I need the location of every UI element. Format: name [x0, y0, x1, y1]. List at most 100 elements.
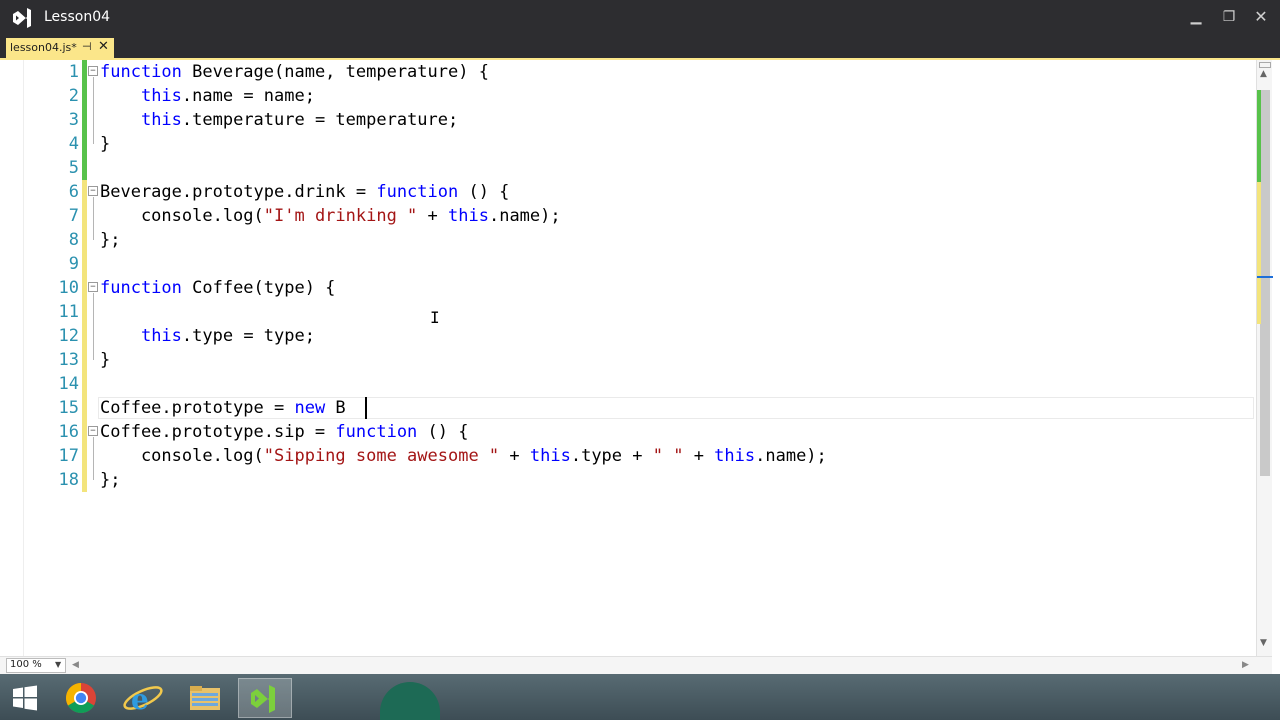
taskbar-internet-explorer[interactable]: e: [118, 678, 168, 718]
start-button[interactable]: [0, 678, 50, 718]
code-text[interactable]: console.log("I'm drinking " + this.name)…: [100, 204, 561, 228]
close-window-button[interactable]: ✕: [1247, 4, 1275, 30]
desktop-wallpaper-fragment: [380, 682, 440, 720]
title-bar: Lesson04 ▁ ❐ ✕: [0, 0, 1280, 36]
code-line[interactable]: 9: [0, 252, 1256, 276]
unsaved-change-marker: [82, 396, 87, 420]
unsaved-change-marker: [82, 228, 87, 252]
fold-guide-line: [93, 293, 94, 360]
code-text[interactable]: };: [100, 468, 120, 492]
code-text[interactable]: console.log("Sipping some awesome " + th…: [100, 444, 827, 468]
collapse-region-icon[interactable]: −: [88, 66, 98, 76]
code-line[interactable]: 14: [0, 372, 1256, 396]
ibeam-cursor-icon: I: [430, 308, 440, 327]
fold-guide-line: [93, 437, 94, 480]
code-editor[interactable]: 1− function Beverage(name, temperature) {…: [0, 60, 1280, 656]
code-line[interactable]: 11: [0, 300, 1256, 324]
svg-text:e: e: [131, 683, 149, 716]
scroll-right-arrow-icon[interactable]: ▶: [1242, 660, 1249, 670]
editor-bottom-bar: 100 % ▼ ◀ ▶: [0, 656, 1272, 674]
code-text[interactable]: function Beverage(name, temperature) {: [100, 60, 489, 84]
restore-button[interactable]: ❐: [1215, 4, 1243, 30]
chrome-icon: [65, 683, 96, 714]
line-number: 5: [68, 158, 79, 178]
code-line[interactable]: 3 this.temperature = temperature;: [0, 108, 1256, 132]
code-text[interactable]: }: [100, 132, 110, 156]
current-line-highlight: [98, 397, 1254, 419]
line-number: 14: [58, 374, 79, 394]
scroll-down-arrow-icon[interactable]: ▼: [1260, 638, 1267, 648]
windows-taskbar: e: [0, 674, 1280, 720]
code-text[interactable]: }: [100, 348, 110, 372]
scrollbar-thumb[interactable]: [1260, 90, 1270, 476]
unsaved-change-marker: [82, 444, 87, 468]
saved-change-marker: [82, 108, 87, 132]
minimize-button[interactable]: ▁: [1182, 4, 1210, 30]
line-number: 18: [58, 470, 79, 490]
scrollbar-caret-marker: [1257, 276, 1273, 278]
saved-change-marker: [82, 60, 87, 84]
pin-tab-icon[interactable]: ⊣: [82, 40, 92, 53]
taskbar-visual-studio[interactable]: [238, 678, 292, 718]
internet-explorer-icon: e: [123, 683, 163, 716]
fold-guide-line: [93, 197, 94, 240]
code-text[interactable]: function Coffee(type) {: [100, 276, 335, 300]
code-line[interactable]: 13}: [0, 348, 1256, 372]
code-line[interactable]: 5: [0, 156, 1256, 180]
line-number: 9: [68, 254, 79, 274]
code-line[interactable]: 2 this.name = name;: [0, 84, 1256, 108]
unsaved-change-marker: [82, 372, 87, 396]
code-line[interactable]: 8};: [0, 228, 1256, 252]
code-line[interactable]: 17 console.log("Sipping some awesome " +…: [0, 444, 1256, 468]
document-tab-strip: lesson04.js* ⊣ ✕: [0, 36, 1280, 60]
collapse-region-icon[interactable]: −: [88, 186, 98, 196]
tab-label: lesson04.js*: [10, 41, 77, 54]
collapse-region-icon[interactable]: −: [88, 426, 98, 436]
unsaved-change-marker: [82, 180, 87, 204]
vertical-scrollbar[interactable]: ▲ ▼: [1256, 60, 1273, 656]
windows-logo-icon: [13, 685, 37, 711]
code-text[interactable]: this.temperature = temperature;: [100, 108, 458, 132]
line-number: 6: [68, 182, 79, 202]
code-line[interactable]: 7 console.log("I'm drinking " + this.nam…: [0, 204, 1256, 228]
code-line[interactable]: 12 this.type = type;: [0, 324, 1256, 348]
code-line[interactable]: 18};: [0, 468, 1256, 492]
unsaved-change-marker: [82, 300, 87, 324]
code-text[interactable]: };: [100, 228, 120, 252]
zoom-dropdown[interactable]: 100 % ▼: [6, 658, 66, 673]
fold-guide-line: [93, 77, 94, 144]
saved-change-marker: [82, 156, 87, 180]
close-tab-icon[interactable]: ✕: [98, 39, 109, 54]
window-title: Lesson04: [44, 9, 111, 25]
tab-lesson04-js[interactable]: lesson04.js* ⊣ ✕: [6, 38, 114, 58]
code-text[interactable]: Beverage.prototype.drink = function () {: [100, 180, 509, 204]
scroll-up-arrow-icon[interactable]: ▲: [1260, 69, 1267, 79]
code-text[interactable]: Coffee.prototype.sip = function () {: [100, 420, 468, 444]
unsaved-change-marker: [82, 204, 87, 228]
line-number: 13: [58, 350, 79, 370]
unsaved-change-marker: [82, 420, 87, 444]
code-line[interactable]: 16− Coffee.prototype.sip = function () {: [0, 420, 1256, 444]
split-handle[interactable]: [1259, 62, 1271, 68]
text-caret: [365, 397, 367, 419]
line-number: 1: [68, 62, 79, 82]
line-number: 11: [58, 302, 79, 322]
taskbar-chrome[interactable]: [56, 678, 106, 718]
unsaved-change-marker: [82, 468, 87, 492]
scroll-left-arrow-icon[interactable]: ◀: [72, 660, 79, 670]
line-number: 2: [68, 86, 79, 106]
chevron-down-icon[interactable]: ▼: [55, 660, 61, 669]
unsaved-change-marker: [82, 252, 87, 276]
code-text[interactable]: this.type = type;: [100, 324, 315, 348]
code-line[interactable]: 1− function Beverage(name, temperature) {: [0, 60, 1256, 84]
collapse-region-icon[interactable]: −: [88, 282, 98, 292]
code-line[interactable]: 10− function Coffee(type) {: [0, 276, 1256, 300]
code-line[interactable]: 6− Beverage.prototype.drink = function ()…: [0, 180, 1256, 204]
code-line[interactable]: 4}: [0, 132, 1256, 156]
line-number: 17: [58, 446, 79, 466]
zoom-value: 100 %: [10, 659, 42, 670]
line-number: 10: [58, 278, 79, 298]
taskbar-file-explorer[interactable]: [180, 678, 230, 718]
line-number: 8: [68, 230, 79, 250]
code-text[interactable]: this.name = name;: [100, 84, 315, 108]
